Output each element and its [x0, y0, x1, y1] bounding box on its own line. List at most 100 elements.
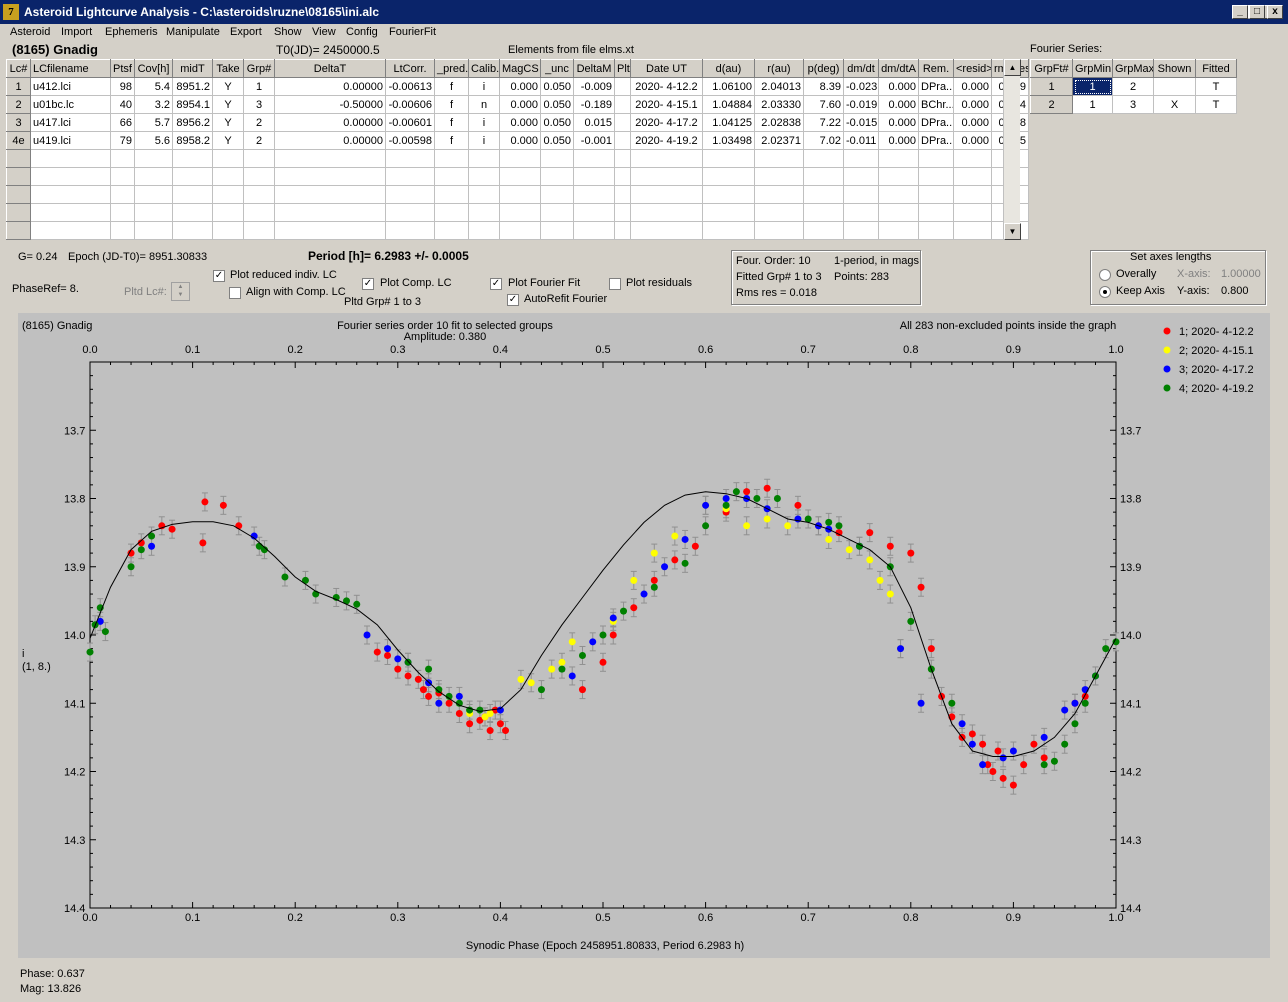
plot-comp-checkbox[interactable]: ✓	[362, 278, 374, 290]
table-cell[interactable]: 1	[243, 77, 275, 96]
table-cell[interactable]	[918, 221, 954, 240]
table-cell[interactable]	[614, 113, 631, 132]
table-cell[interactable]: 0.000	[499, 131, 541, 150]
column-header[interactable]: GrpMax	[1112, 59, 1154, 78]
table-row[interactable]: 112T	[1030, 77, 1237, 96]
table-cell[interactable]	[434, 167, 469, 186]
table-cell[interactable]	[702, 221, 755, 240]
table-cell[interactable]	[243, 167, 275, 186]
table-cell[interactable]: Y	[212, 95, 244, 114]
table-cell[interactable]	[134, 203, 173, 222]
table-cell[interactable]: f	[434, 113, 469, 132]
table-cell[interactable]: DPra...	[918, 113, 954, 132]
row-header[interactable]: 2	[1030, 95, 1073, 114]
table-cell[interactable]	[212, 185, 244, 204]
table-row[interactable]	[6, 149, 1029, 168]
table-cell[interactable]	[754, 149, 804, 168]
menu-ephemeris[interactable]: Ephemeris	[105, 26, 158, 38]
table-cell[interactable]	[30, 185, 111, 204]
overally-radio[interactable]	[1099, 269, 1111, 281]
table-cell[interactable]: 8.39	[803, 77, 844, 96]
scroll-up-icon[interactable]: ▲	[1004, 59, 1021, 76]
table-cell[interactable]	[843, 149, 879, 168]
table-cell[interactable]	[385, 149, 435, 168]
menu-export[interactable]: Export	[230, 26, 262, 38]
table-cell[interactable]	[385, 203, 435, 222]
table-cell[interactable]: 0.00000	[274, 113, 386, 132]
table-cell[interactable]: 0.050	[540, 95, 574, 114]
table-cell[interactable]	[953, 221, 992, 240]
row-header[interactable]: 2	[6, 95, 31, 114]
table-cell[interactable]	[918, 167, 954, 186]
column-header[interactable]: Take	[212, 59, 244, 78]
spin-down-icon[interactable]: ▼	[172, 291, 189, 299]
table-cell[interactable]	[172, 149, 213, 168]
table-cell[interactable]	[630, 203, 703, 222]
table-cell[interactable]	[573, 167, 615, 186]
table-cell[interactable]: 3.2	[134, 95, 173, 114]
table-cell[interactable]: 2	[1112, 77, 1154, 96]
table-cell[interactable]	[110, 203, 135, 222]
table-cell[interactable]	[30, 221, 111, 240]
table-cell[interactable]: -0.023	[843, 77, 879, 96]
table-cell[interactable]	[573, 149, 615, 168]
column-header[interactable]: _unc	[540, 59, 574, 78]
spin-up-icon[interactable]: ▲	[172, 283, 189, 291]
table-cell[interactable]	[843, 203, 879, 222]
table-cell[interactable]: 0.00000	[274, 131, 386, 150]
table-cell[interactable]	[540, 221, 574, 240]
table-cell[interactable]: 5.4	[134, 77, 173, 96]
table-cell[interactable]: 0.000	[953, 113, 992, 132]
table-cell[interactable]: Y	[212, 77, 244, 96]
table-cell[interactable]	[803, 149, 844, 168]
table-cell[interactable]: 1.06100	[702, 77, 755, 96]
table-cell[interactable]: T	[1195, 95, 1237, 114]
table-cell[interactable]: 0.050	[540, 113, 574, 132]
table-cell[interactable]: 79	[110, 131, 135, 150]
table-cell[interactable]	[573, 185, 615, 204]
table-cell[interactable]	[274, 185, 386, 204]
table-cell[interactable]	[243, 149, 275, 168]
table-cell[interactable]	[803, 167, 844, 186]
column-header[interactable]: dm/dt	[843, 59, 879, 78]
table-row[interactable]: 213XT	[1030, 95, 1237, 114]
column-header[interactable]: Date UT	[630, 59, 703, 78]
table-cell[interactable]	[434, 149, 469, 168]
row-header[interactable]: 3	[6, 113, 31, 132]
table-cell[interactable]	[614, 95, 631, 114]
table-cell[interactable]: 0.000	[953, 77, 992, 96]
table-cell[interactable]	[953, 149, 992, 168]
table-cell[interactable]	[614, 167, 631, 186]
minimize-button-2[interactable]: _	[1232, 5, 1248, 19]
table-cell[interactable]: DPra...	[918, 77, 954, 96]
table-cell[interactable]: 1	[1072, 95, 1113, 114]
table-cell[interactable]	[614, 131, 631, 150]
table-cell[interactable]	[614, 221, 631, 240]
title-bar[interactable]: 7 Asteroid Lightcurve Analysis - C:\aste…	[0, 0, 1288, 24]
row-header[interactable]	[6, 221, 31, 240]
table-cell[interactable]	[702, 203, 755, 222]
table-scrollbar[interactable]: ▲ ▼	[1003, 59, 1021, 240]
table-cell[interactable]	[540, 203, 574, 222]
table-cell[interactable]: 3	[1112, 95, 1154, 114]
yaxis-value[interactable]: 0.800	[1221, 285, 1249, 297]
row-header[interactable]	[6, 167, 31, 186]
column-header[interactable]: Shown	[1153, 59, 1196, 78]
table-cell[interactable]	[540, 167, 574, 186]
table-cell[interactable]	[385, 185, 435, 204]
table-cell[interactable]	[614, 203, 631, 222]
table-row[interactable]	[6, 167, 1029, 186]
table-cell[interactable]: 0.000	[878, 113, 919, 132]
menu-manipulate[interactable]: Manipulate	[166, 26, 220, 38]
table-cell[interactable]	[134, 167, 173, 186]
table-cell[interactable]: u419.lci	[30, 131, 111, 150]
table-cell[interactable]: 0.000	[953, 95, 992, 114]
table-cell[interactable]	[172, 167, 213, 186]
table-cell[interactable]: -0.00606	[385, 95, 435, 114]
column-header[interactable]: Calib.	[468, 59, 500, 78]
column-header[interactable]: DeltaM	[573, 59, 615, 78]
table-row[interactable]: 2 u01bc.lc 40 3.2 8954.1 Y 3 -0.50000 -0.00606 f n…	[6, 95, 1029, 114]
table-cell[interactable]	[540, 185, 574, 204]
table-cell[interactable]	[754, 221, 804, 240]
table-cell[interactable]	[953, 203, 992, 222]
